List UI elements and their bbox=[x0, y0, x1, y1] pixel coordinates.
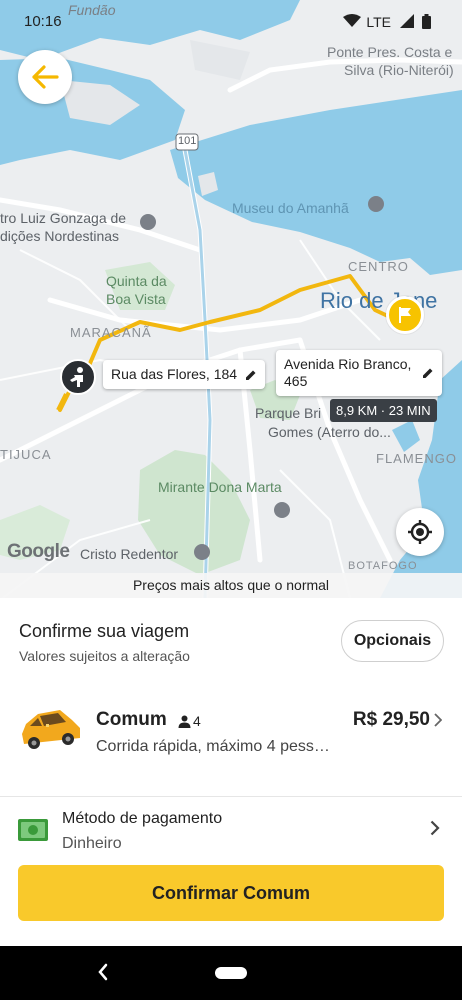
map-label-luiz-gonzaga-2: dições Nordestinas bbox=[0, 228, 120, 244]
map-label-flamengo: FLAMENGO bbox=[376, 451, 457, 466]
screen: Fundão Ponte Pres. Costa e Silva (Rio-Ni… bbox=[0, 0, 462, 1000]
destination-marker[interactable] bbox=[386, 296, 424, 334]
cash-icon bbox=[18, 819, 48, 841]
map-label-mirante: Mirante Dona Marta bbox=[158, 479, 282, 495]
nav-home-pill[interactable] bbox=[215, 967, 247, 979]
map-label-ponte: Ponte Pres. Costa e bbox=[327, 44, 453, 60]
divider bbox=[0, 796, 462, 797]
locate-icon bbox=[408, 520, 432, 544]
payment-method-label: Método de pagamento bbox=[62, 810, 223, 827]
destination-address-line2: 465 bbox=[284, 372, 308, 389]
signal-icon bbox=[400, 14, 414, 28]
map[interactable]: Fundão Ponte Pres. Costa e Silva (Rio-Ni… bbox=[0, 0, 462, 598]
origin-address-callout[interactable]: Rua das Flores, 184 bbox=[103, 360, 266, 389]
map-label-botafogo: BOTAFOGO bbox=[348, 560, 418, 572]
edit-pencil-icon bbox=[246, 370, 256, 380]
payment-method-row[interactable]: Método de pagamento Dinheiro bbox=[0, 804, 462, 860]
ride-price: R$ 29,50 bbox=[352, 709, 430, 730]
edit-pencil-icon bbox=[423, 368, 433, 378]
car-icon bbox=[22, 710, 80, 749]
eta-badge: 8,9 KM · 23 MIN bbox=[330, 399, 437, 422]
map-label-cristo: Cristo Redentor bbox=[80, 546, 179, 562]
chevron-right-icon bbox=[430, 820, 440, 836]
ride-option-comum[interactable]: Comum 4 R$ 29,50 Corrida rápida, máximo … bbox=[0, 696, 462, 796]
price-notice: Preços mais altos que o normal bbox=[0, 573, 462, 598]
battery-icon bbox=[422, 14, 431, 29]
destination-address-line1: Avenida Rio Branco, bbox=[284, 356, 412, 372]
map-label-centro: CENTRO bbox=[348, 259, 409, 274]
my-location-button[interactable] bbox=[396, 508, 444, 556]
ride-description: Corrida rápida, máximo 4 pess… bbox=[96, 738, 330, 755]
system-nav-bar bbox=[0, 946, 462, 1000]
destination-flag-icon bbox=[399, 307, 411, 323]
map-label-parque-2: Gomes (Aterro do... bbox=[268, 424, 391, 440]
map-label-quinta: Quinta da bbox=[106, 273, 167, 289]
status-time: 10:16 bbox=[24, 13, 62, 30]
map-label-parque: Parque Bri bbox=[255, 405, 322, 421]
map-label-luiz-gonzaga: tro Luiz Gonzaga de bbox=[0, 210, 127, 226]
back-button[interactable] bbox=[18, 50, 72, 104]
confirm-ride-button[interactable]: Confirmar Comum bbox=[18, 865, 444, 921]
status-bar: 10:16 LTE bbox=[0, 0, 462, 44]
payment-method-value: Dinheiro bbox=[62, 835, 122, 852]
chevron-right-icon bbox=[434, 713, 442, 727]
wifi-icon bbox=[343, 14, 361, 27]
map-label-highway: 101 bbox=[178, 135, 197, 147]
ride-capacity-count: 4 bbox=[193, 713, 201, 729]
nav-back-icon[interactable] bbox=[96, 962, 110, 982]
options-button[interactable]: Opcionais bbox=[341, 620, 444, 662]
origin-person-icon bbox=[70, 367, 83, 387]
ride-capacity: 4 bbox=[178, 713, 201, 729]
network-label: LTE bbox=[366, 14, 391, 30]
back-arrow-icon bbox=[32, 65, 59, 89]
sheet-subtitle: Valores sujeitos a alteração bbox=[19, 648, 190, 664]
ride-name: Comum bbox=[96, 709, 167, 730]
map-label-maracana: MARACANÃ bbox=[70, 325, 152, 340]
origin-marker[interactable] bbox=[60, 359, 96, 395]
map-label-quinta-2: Boa Vista bbox=[106, 291, 166, 307]
map-label-ponte-2: Silva (Rio-Niterói) bbox=[344, 62, 454, 78]
map-label-tijuca: TIJUCA bbox=[0, 447, 52, 462]
google-logo: Google bbox=[7, 541, 70, 562]
sheet-title: Confirme sua viagem bbox=[19, 621, 190, 641]
origin-address: Rua das Flores, 184 bbox=[111, 366, 238, 382]
map-label-museu-amanha: Museu do Amanhã bbox=[232, 200, 349, 216]
destination-address-callout[interactable]: Avenida Rio Branco, 465 bbox=[276, 350, 442, 396]
person-icon bbox=[178, 715, 191, 728]
ride-confirmation-sheet: Confirme sua viagem Valores sujeitos a a… bbox=[0, 598, 462, 946]
